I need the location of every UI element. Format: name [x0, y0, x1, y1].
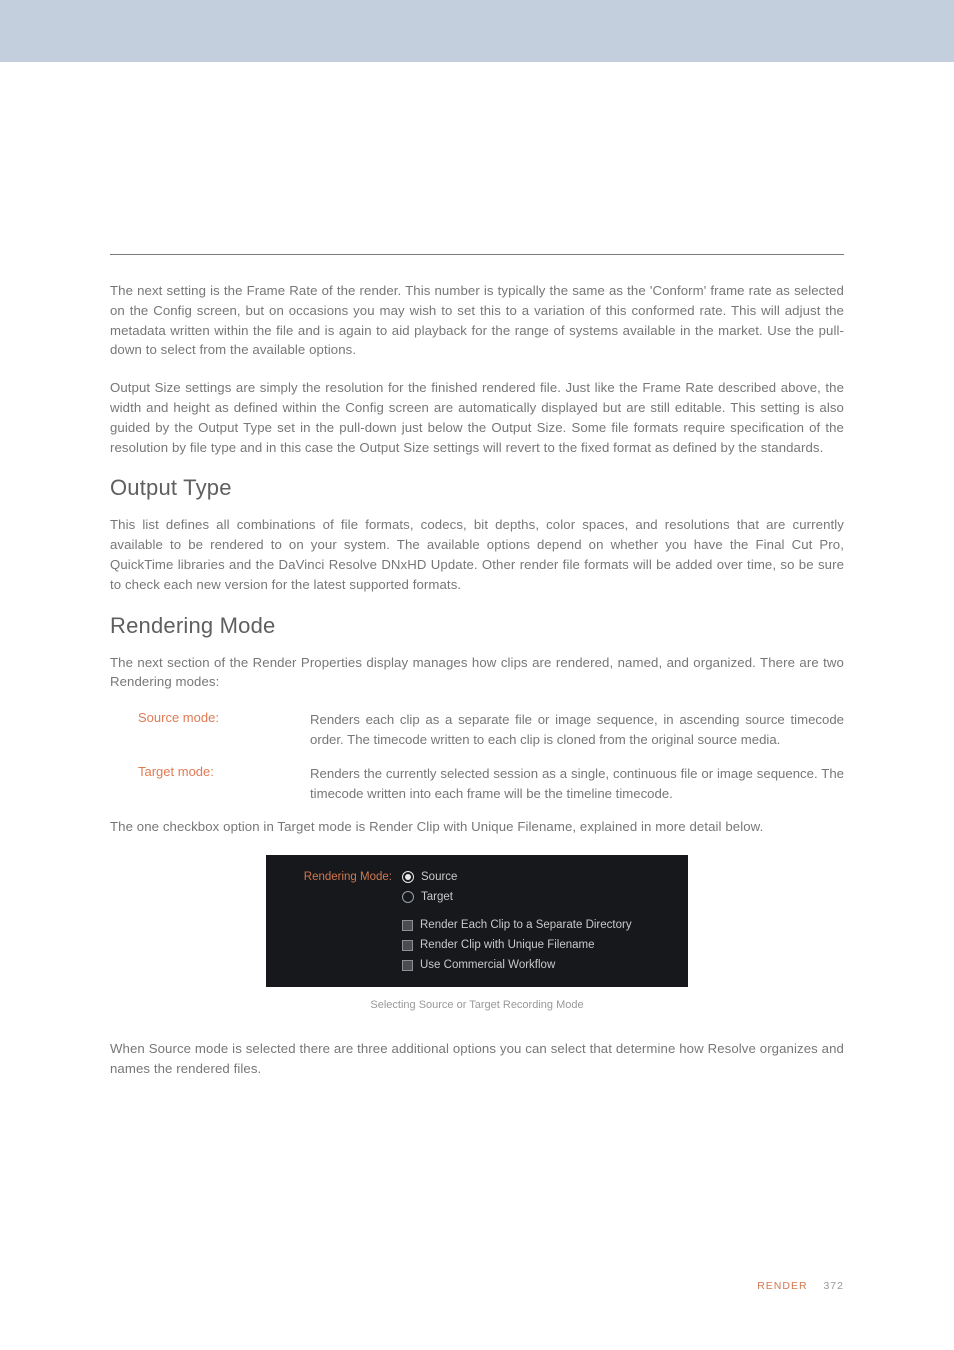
footer-section: RENDER [757, 1280, 807, 1292]
figure-rendering-mode-panel: Rendering Mode: Source Target Render Eac… [266, 855, 688, 987]
header-band [0, 0, 954, 62]
term-source-mode: Source mode: [138, 710, 310, 750]
definition-list: Source mode: Renders each clip as a sepa… [138, 710, 844, 803]
checkbox-separate-icon[interactable] [402, 920, 413, 931]
heading-rendering-mode: Rendering Mode [110, 613, 844, 639]
definition-source-mode: Source mode: Renders each clip as a sepa… [138, 710, 844, 750]
radio-source-label: Source [421, 871, 457, 883]
checkbox-separate-label: Render Each Clip to a Separate Directory [420, 919, 632, 931]
paragraph-rendering-mode-intro: The next section of the Render Propertie… [110, 653, 844, 693]
footer-page-number: 372 [823, 1280, 844, 1292]
figure-row-source: Rendering Mode: Source [266, 867, 688, 887]
radio-target-icon[interactable] [402, 891, 414, 903]
checkbox-commercial-label: Use Commercial Workflow [420, 959, 555, 971]
figure-caption: Selecting Source or Target Recording Mod… [110, 999, 844, 1011]
checkbox-unique-label: Render Clip with Unique Filename [420, 939, 595, 951]
page-content: The next setting is the Frame Rate of th… [0, 254, 954, 1079]
paragraph-frame-rate: The next setting is the Frame Rate of th… [110, 281, 844, 360]
page-footer: RENDER 372 [757, 1280, 844, 1292]
checkbox-unique-icon[interactable] [402, 940, 413, 951]
figure-row-commercial: Use Commercial Workflow [266, 955, 688, 975]
paragraph-source-options: When Source mode is selected there are t… [110, 1039, 844, 1079]
radio-target-label: Target [421, 891, 453, 903]
figure-label: Rendering Mode: [266, 871, 402, 883]
checkbox-commercial-icon[interactable] [402, 960, 413, 971]
figure-row-target: Target [266, 887, 688, 907]
heading-output-type: Output Type [110, 475, 844, 501]
radio-source-icon[interactable] [402, 871, 414, 883]
desc-source-mode: Renders each clip as a separate file or … [310, 710, 844, 750]
paragraph-target-checkbox: The one checkbox option in Target mode i… [110, 817, 844, 837]
figure-row-separate: Render Each Clip to a Separate Directory [266, 915, 688, 935]
paragraph-output-type: This list defines all combinations of fi… [110, 515, 844, 594]
figure-row-unique: Render Clip with Unique Filename [266, 935, 688, 955]
definition-target-mode: Target mode: Renders the currently selec… [138, 764, 844, 804]
paragraph-output-size: Output Size settings are simply the reso… [110, 378, 844, 457]
desc-target-mode: Renders the currently selected session a… [310, 764, 844, 804]
section-divider [110, 254, 844, 255]
term-target-mode: Target mode: [138, 764, 310, 804]
